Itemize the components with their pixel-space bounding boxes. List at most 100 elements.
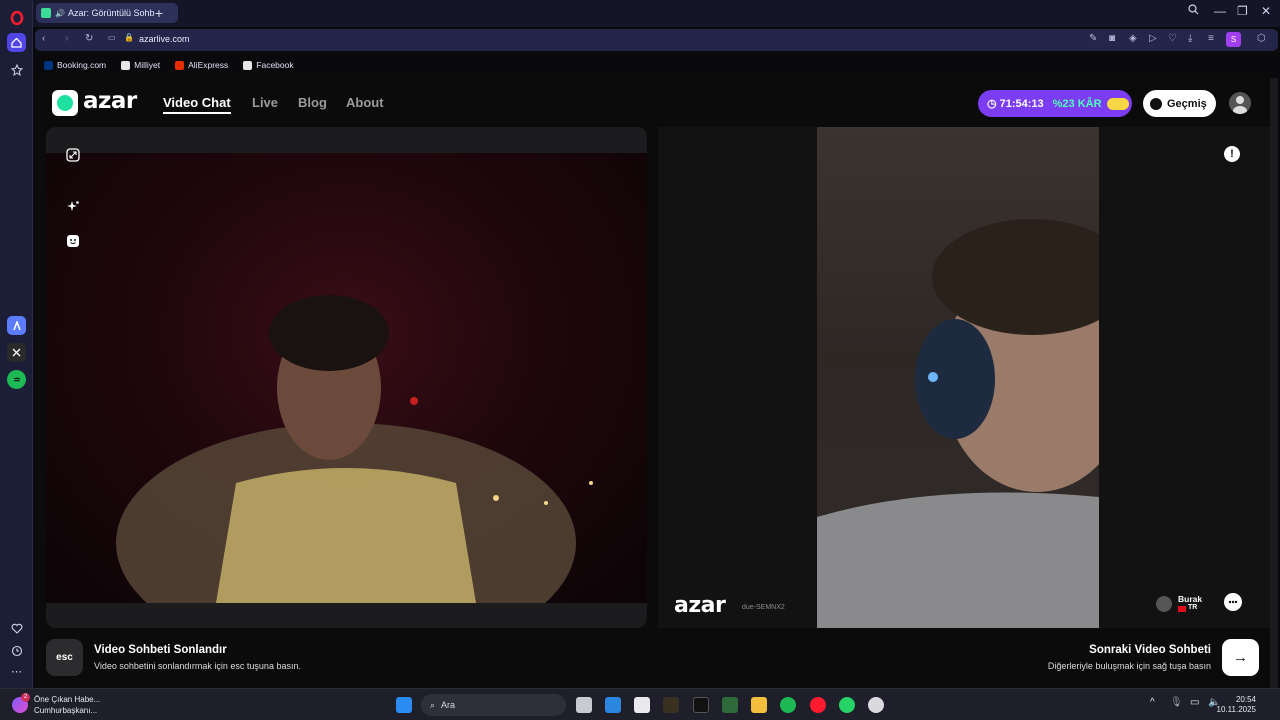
- heart-bookmark-icon[interactable]: ♡: [1168, 33, 1177, 44]
- opera-sidebar: ⋯: [0, 0, 33, 688]
- chat-bubble-icon[interactable]: [1224, 593, 1242, 611]
- bookmark-milliyet[interactable]: Milliyet: [121, 60, 160, 70]
- whatsapp-icon[interactable]: [839, 697, 855, 713]
- app-icon[interactable]: [605, 697, 621, 713]
- clock[interactable]: 20:54 10.11.2025: [1217, 695, 1256, 715]
- page-icon: [121, 60, 131, 70]
- next-chat-arrow-button[interactable]: →: [1222, 639, 1259, 676]
- file-explorer-icon[interactable]: [751, 697, 767, 713]
- news-title: Öne Çıkan Habe...: [34, 695, 101, 704]
- reload-icon[interactable]: ↻: [85, 33, 93, 44]
- lock-icon: 🔒: [124, 33, 134, 42]
- promo-offer: %23 KÂR: [1052, 97, 1102, 110]
- bookmark-booking[interactable]: Booking.com: [44, 60, 106, 70]
- page-icon: [243, 60, 253, 70]
- opera-logo-icon[interactable]: [7, 8, 26, 27]
- tray-chevron-icon[interactable]: ^: [1150, 697, 1155, 708]
- heart-icon[interactable]: [7, 619, 26, 638]
- azar-logo-icon[interactable]: [52, 90, 78, 116]
- peer-video-feed: [817, 127, 1132, 628]
- history-icon: [1150, 97, 1162, 110]
- history-label: Geçmiş: [1167, 97, 1207, 110]
- report-icon[interactable]: !: [1224, 146, 1240, 162]
- nav-live[interactable]: Live: [252, 95, 278, 110]
- effects-sparkle-icon[interactable]: [65, 199, 81, 215]
- azar-watermark: azar: [674, 593, 726, 618]
- microphone-icon[interactable]: 🎙: [1170, 697, 1183, 708]
- task-view-icon[interactable]: [576, 697, 592, 713]
- search-icon: ⌕: [430, 699, 436, 710]
- azar-page: azar Video Chat Live Blog About ◷ 71:54:…: [35, 78, 1278, 688]
- close-window-icon[interactable]: ✕: [1261, 4, 1271, 18]
- url-text[interactable]: azarlive.com: [139, 34, 190, 44]
- page-scrollbar[interactable]: [1270, 78, 1278, 688]
- nav-blog[interactable]: Blog: [298, 95, 327, 110]
- bookmark-aliexpress[interactable]: AliExpress: [175, 60, 228, 70]
- app-icon[interactable]: [663, 697, 679, 713]
- address-bar: ‹ › ↻ ▭ 🔒 azarlive.com ✎ ◙ ◈ ▷ ♡ ⤓ ≡ S ⬡: [35, 29, 1278, 51]
- windows-taskbar: 2 Öne Çıkan Habe... Cumhurbaşkanı... ⌕ A…: [0, 688, 1280, 720]
- peer-video-panel: ! azar due-SEMNX2 Burak TR: [658, 127, 1270, 628]
- search-tabs-icon[interactable]: [1188, 4, 1199, 18]
- peer-info[interactable]: Burak TR: [1156, 594, 1211, 616]
- news-widget[interactable]: Öne Çıkan Habe... Cumhurbaşkanı...: [34, 694, 100, 716]
- shield-icon[interactable]: ◈: [1129, 33, 1137, 44]
- network-icon[interactable]: ▭: [1190, 697, 1199, 708]
- spotify-taskbar-icon[interactable]: [780, 697, 796, 713]
- history-button[interactable]: Geçmiş: [1143, 90, 1216, 117]
- profile-avatar[interactable]: S: [1226, 32, 1241, 47]
- bookmark-label: Facebook: [256, 60, 294, 70]
- more-dots-icon[interactable]: ⋯: [7, 662, 26, 681]
- history-clock-icon[interactable]: [7, 641, 26, 660]
- app-icon[interactable]: [722, 697, 738, 713]
- new-tab-plus-icon[interactable]: +: [151, 5, 167, 21]
- peer-name: Burak: [1178, 594, 1203, 604]
- bookmark-label: Milliyet: [134, 60, 161, 70]
- edit-icon[interactable]: ✎: [1089, 33, 1097, 44]
- extensions-icon[interactable]: ⬡: [1257, 33, 1266, 44]
- azar-favicon-icon: [41, 8, 51, 18]
- azar-logo-text[interactable]: azar: [83, 88, 137, 114]
- spotify-icon[interactable]: [7, 370, 26, 389]
- epic-games-icon[interactable]: [693, 697, 709, 713]
- back-icon[interactable]: ‹: [42, 33, 45, 44]
- turkey-flag-icon: [1178, 606, 1186, 612]
- promo-badge[interactable]: ◷ 71:54:13 %23 KÂR: [978, 90, 1132, 117]
- end-chat-title: Video Sohbeti Sonlandır: [94, 644, 227, 656]
- taskbar-search[interactable]: ⌕ Ara: [421, 694, 566, 716]
- home-icon[interactable]: [7, 33, 26, 52]
- app-icon[interactable]: [868, 697, 884, 713]
- next-chat-title: Sonraki Video Sohbeti: [1089, 644, 1211, 656]
- download-icon[interactable]: ⤓: [1188, 33, 1192, 44]
- app-icon[interactable]: [634, 697, 650, 713]
- peer-video-figure: [817, 219, 1132, 628]
- self-video-feed: [46, 153, 647, 628]
- fullscreen-icon[interactable]: [65, 147, 81, 163]
- end-chat-esc-button[interactable]: esc: [46, 639, 83, 676]
- nav-video-chat[interactable]: Video Chat: [163, 95, 231, 114]
- booking-icon: [44, 60, 53, 70]
- user-avatar[interactable]: [1229, 92, 1251, 114]
- end-chat-description: Video sohbetini sonlandırmak için esc tu…: [94, 661, 301, 671]
- watermark-id: due-SEMNX2: [742, 604, 785, 611]
- camera-icon[interactable]: ◙: [1109, 33, 1115, 44]
- maximize-icon[interactable]: ❐: [1237, 4, 1248, 18]
- self-video-figure: [116, 295, 593, 628]
- bookmark-facebook[interactable]: Facebook: [243, 60, 294, 70]
- minimize-icon[interactable]: —: [1214, 4, 1226, 18]
- windows-start-icon[interactable]: [396, 697, 412, 713]
- sticker-face-icon[interactable]: [65, 233, 81, 249]
- nav-about[interactable]: About: [346, 95, 384, 110]
- aria-icon[interactable]: [7, 316, 26, 335]
- timer-clock-icon: ◷: [987, 98, 997, 110]
- bookmark-label: AliExpress: [188, 60, 229, 70]
- play-icon[interactable]: ▷: [1149, 33, 1157, 44]
- menu-icon[interactable]: ≡: [1208, 33, 1214, 44]
- tab-title: Azar: Görüntülü Sohb: [67, 8, 155, 18]
- site-info-icon[interactable]: ▭: [108, 33, 116, 42]
- forward-icon[interactable]: ›: [65, 33, 68, 44]
- x-twitter-icon[interactable]: [7, 343, 26, 362]
- star-icon[interactable]: [7, 60, 26, 79]
- peer-country: TR: [1188, 604, 1198, 611]
- opera-taskbar-icon[interactable]: [810, 697, 826, 713]
